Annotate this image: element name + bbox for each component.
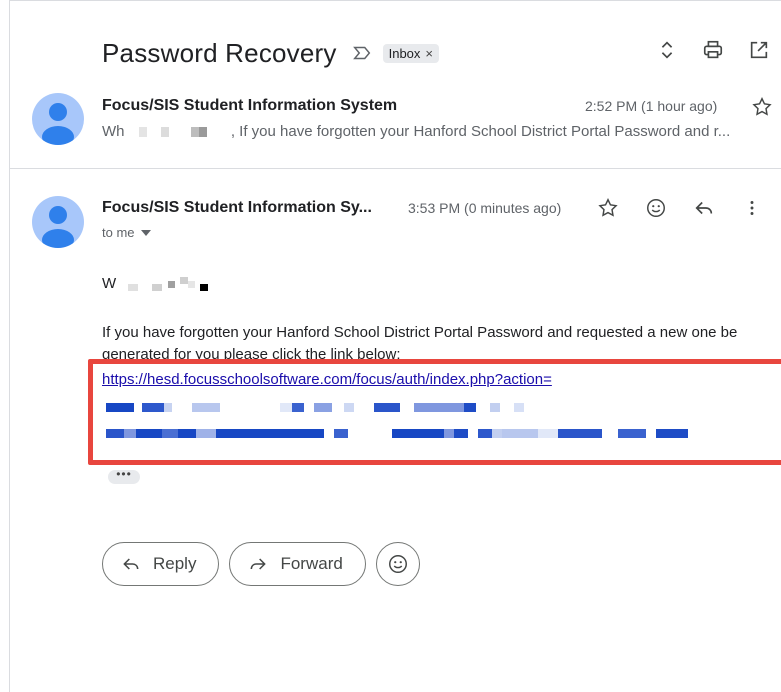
emoji-icon [388,555,407,573]
star-icon[interactable] [750,95,774,119]
expand-collapse-icon[interactable] [655,38,679,62]
greeting-line: W [102,275,236,292]
reply-icon [123,558,139,570]
print-icon[interactable] [701,38,725,62]
reply-bar: Reply Forward [102,542,420,586]
message-time: 2:52 PM (1 hour ago) [585,98,718,114]
star-icon[interactable] [596,196,620,220]
label-chip-text: Inbox [388,45,421,61]
reply-button-label: Reply [153,554,197,573]
thread-subject: Password Recovery [102,37,337,68]
greeting-text: W [102,275,117,292]
inbox-label-chip: Inbox × [382,43,440,63]
open-in-new-window-icon[interactable] [747,38,771,62]
forward-button-label: Forward [280,554,343,573]
emoji-reaction-button[interactable] [375,542,420,586]
message-time: 3:53 PM (0 minutes ago) [408,200,562,216]
reply-button[interactable]: Reply [102,542,220,586]
show-trimmed-content-button[interactable]: ••• [108,468,140,484]
highlight-box [88,359,781,465]
message-actions [596,196,764,220]
forward-icon [251,558,267,570]
sender-avatar [32,93,84,145]
reply-icon[interactable] [692,196,716,220]
message-snippet: Wh , If you have forgotten your Hanford … [102,123,772,140]
recipients-dropdown[interactable]: to me [102,225,151,240]
snippet-text: , If you have forgotten your Hanford Sch… [230,123,731,140]
recipients-label: to me [102,225,135,240]
sender-avatar [32,196,84,248]
emoji-reaction-icon[interactable] [644,196,668,220]
forward-button[interactable]: Forward [229,542,366,586]
more-options-icon[interactable] [740,196,764,220]
message-sender: Focus/SIS Student Information System [102,97,398,114]
caret-down-icon [140,229,151,236]
message-divider [10,168,781,169]
remove-label-icon[interactable]: × [425,46,433,61]
subject-row: Password Recovery Inbox × [102,35,440,71]
snippet-start: Wh [102,123,125,140]
thread-actions [655,38,771,62]
collapsed-message[interactable]: Focus/SIS Student Information System 2:5… [10,83,781,168]
redacted-name [128,127,227,138]
importance-marker-icon[interactable] [351,42,373,64]
email-thread-pane: Password Recovery Inbox × Focus/SIS Stud… [9,0,781,692]
redacted-name [116,276,236,291]
message-sender[interactable]: Focus/SIS Student Information Sy... [102,199,372,217]
